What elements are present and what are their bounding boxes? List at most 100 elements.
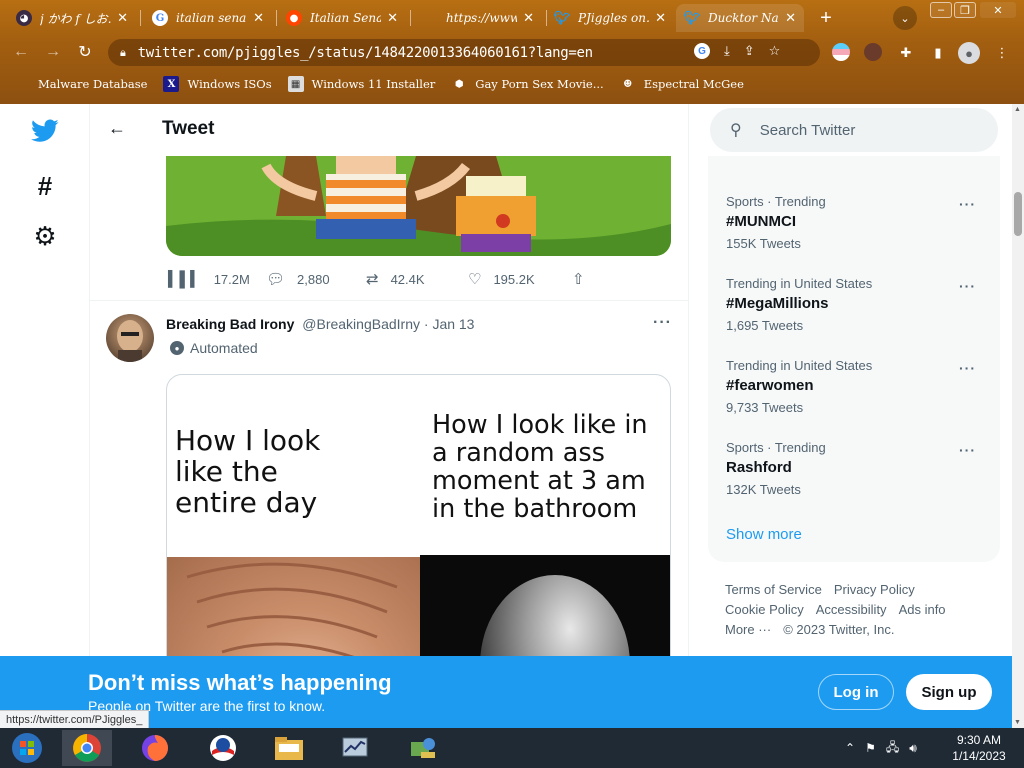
url-text: twitter.com/pjiggles_/status/14842200133… — [137, 44, 594, 61]
trend-tag: #fearwomen — [726, 377, 814, 394]
terms-link[interactable]: Terms of Service — [725, 582, 822, 597]
google-lens-icon[interactable]: G — [694, 43, 710, 59]
system-tray: ⌃ ⚑ 🖧︎ 🔊︎ — [845, 728, 917, 768]
scrollbar-thumb[interactable] — [1014, 192, 1022, 236]
privacy-link[interactable]: Privacy Policy — [834, 582, 915, 597]
side-panel-icon[interactable]: ▮ — [928, 43, 948, 63]
tab-separator — [410, 10, 411, 26]
bookmark-malware-database[interactable]: Malware Database — [14, 76, 147, 92]
page-scrollbar[interactable]: ▲ ▼ — [1012, 104, 1024, 728]
views-stat[interactable]: ▍▌▍ 17.2M — [168, 270, 250, 288]
more-options-icon[interactable]: ··· — [959, 278, 976, 294]
hashtag-explore-icon[interactable]: # — [30, 171, 60, 201]
share-button[interactable]: ⇧ — [572, 270, 597, 288]
like-button[interactable]: ♡ 195.2K — [468, 270, 535, 288]
more-options-icon[interactable]: ··· — [959, 196, 976, 212]
ads-info-link[interactable]: Ads info — [899, 602, 946, 617]
close-icon[interactable]: ✕ — [655, 11, 666, 26]
start-button[interactable] — [2, 730, 52, 766]
taskbar: ⌃ ⚑ 🖧︎ 🔊︎ 9:30 AM 1/14/2023 — [0, 728, 1024, 768]
trend-context: Trending in United States — [726, 358, 873, 373]
author-handle[interactable]: @BreakingBadIrny — [302, 316, 420, 332]
share-icon[interactable]: ⇪ — [744, 43, 755, 59]
page-title: Tweet — [162, 118, 215, 139]
trend-item[interactable]: Sports · Trending #MUNMCI 155K Tweets ··… — [726, 194, 994, 251]
tab-search-button[interactable]: ⌄ — [893, 6, 917, 30]
search-input[interactable]: ⚲ Search Twitter — [710, 108, 998, 152]
bookmark-label: Gay Porn Sex Movie... — [475, 77, 604, 91]
chevron-up-icon[interactable]: ⌃ — [845, 741, 855, 755]
bookmark-movie-site[interactable]: ⬢ Gay Porn Sex Movie... — [451, 76, 604, 92]
scroll-down-arrow-icon[interactable]: ▼ — [1014, 719, 1021, 726]
close-icon[interactable]: ✕ — [387, 11, 398, 26]
profile-icon[interactable]: ● — [958, 42, 980, 64]
more-link[interactable]: More ··· — [725, 622, 771, 637]
puzzle-extensions-icon[interactable]: ✚ — [896, 43, 916, 63]
flag-icon[interactable]: ⚑ — [865, 741, 876, 755]
tab-6-active[interactable]: 🐦︎ Ducktor Nalu… ✕ — [676, 4, 804, 32]
more-options-icon[interactable]: ··· — [959, 360, 976, 376]
install-icon[interactable]: ⤓ — [724, 43, 730, 59]
signup-button[interactable]: Sign up — [906, 674, 992, 710]
login-button[interactable]: Log in — [818, 674, 894, 710]
tweet-date[interactable]: Jan 13 — [432, 316, 474, 332]
bookmark-label: Windows ISOs — [187, 77, 272, 91]
star-bookmark-icon[interactable]: ☆ — [769, 43, 781, 59]
twitter-icon: 🐦︎ — [683, 10, 701, 26]
tweet-image-cartoon[interactable] — [166, 156, 671, 256]
trend-item[interactable]: Trending in United States #MegaMillions … — [726, 276, 994, 333]
tab-4[interactable]: https://www… ✕ — [414, 4, 542, 32]
author-name[interactable]: Breaking Bad Irony — [166, 316, 294, 332]
restore-button[interactable]: ❐ — [954, 2, 976, 18]
show-more-link[interactable]: Show more — [726, 526, 802, 543]
network-icon[interactable]: 🖧︎ — [886, 738, 899, 759]
close-icon[interactable]: ✕ — [253, 11, 264, 26]
more-options-icon[interactable]: ··· — [959, 442, 976, 458]
new-tab-button[interactable]: + — [814, 6, 838, 30]
column-divider — [688, 104, 689, 728]
reply-button[interactable]: 💬︎ 2,880 — [266, 270, 330, 288]
bookmark-espectral-mcgee[interactable]: ☻ Espectral McGee — [620, 76, 744, 92]
tab-3[interactable]: ● Italian Senat… ✕ — [278, 4, 406, 32]
cookie-link[interactable]: Cookie Policy — [725, 602, 804, 617]
tab-5[interactable]: 🐦︎ PJiggles on… ✕ — [546, 4, 674, 32]
trend-item[interactable]: Trending in United States #fearwomen 9,7… — [726, 358, 994, 415]
minimize-button[interactable]: – — [930, 2, 952, 18]
chrome-taskbar-icon[interactable] — [62, 730, 112, 766]
volume-icon[interactable]: 🔊︎ — [909, 741, 917, 756]
close-icon[interactable]: ✕ — [523, 11, 534, 26]
avatar-extension-icon[interactable] — [864, 43, 882, 61]
gear-settings-icon[interactable]: ⚙ — [30, 221, 60, 251]
system-tool-taskbar-icon[interactable] — [330, 730, 380, 766]
network-tool-taskbar-icon[interactable] — [398, 730, 448, 766]
tab-1[interactable]: ◕ j かわ f しお… ✕ — [8, 4, 136, 32]
firefox-taskbar-icon[interactable] — [130, 730, 180, 766]
retweet-button[interactable]: ⇄ 42.4K — [366, 270, 425, 288]
bookmark-windows-isos[interactable]: X Windows ISOs — [163, 76, 272, 92]
trend-count: 132K Tweets — [726, 482, 801, 497]
tab-2[interactable]: G italian senate… ✕ — [144, 4, 272, 32]
more-options-icon[interactable]: ··· — [653, 314, 672, 332]
bookmark-windows-11-installer[interactable]: ▦ Windows 11 Installer — [287, 76, 435, 92]
back-arrow-icon[interactable]: ← — [108, 118, 126, 139]
trend-context: Sports · Trending — [726, 194, 826, 209]
file-explorer-taskbar-icon[interactable] — [264, 730, 314, 766]
close-window-button[interactable]: ✕ — [980, 2, 1016, 18]
reload-icon[interactable]: ↻ — [74, 41, 96, 63]
back-arrow-icon[interactable]: ← — [10, 41, 32, 63]
clock[interactable]: 9:30 AM 1/14/2023 — [946, 732, 1012, 764]
retweet-icon: ⇄ — [366, 271, 379, 288]
forward-arrow-icon[interactable]: → — [42, 41, 64, 63]
pride-flag-extension-icon[interactable] — [832, 43, 850, 61]
trend-item[interactable]: Sports · Trending Rashford 132K Tweets ·… — [726, 440, 994, 497]
close-icon[interactable]: ✕ — [785, 11, 796, 26]
avatar[interactable] — [106, 314, 154, 362]
twitter-logo-icon[interactable] — [30, 116, 60, 146]
bar-chart-icon: ▍▌▍ — [168, 271, 202, 288]
bookmarks-bar: Malware Database X Windows ISOs ▦ Window… — [0, 70, 1024, 98]
accessibility-link[interactable]: Accessibility — [816, 602, 887, 617]
kebab-menu-icon[interactable]: ⋮ — [992, 43, 1012, 63]
close-icon[interactable]: ✕ — [117, 11, 128, 26]
scroll-up-arrow-icon[interactable]: ▲ — [1014, 106, 1021, 113]
obama-logo-taskbar-icon[interactable] — [198, 730, 248, 766]
